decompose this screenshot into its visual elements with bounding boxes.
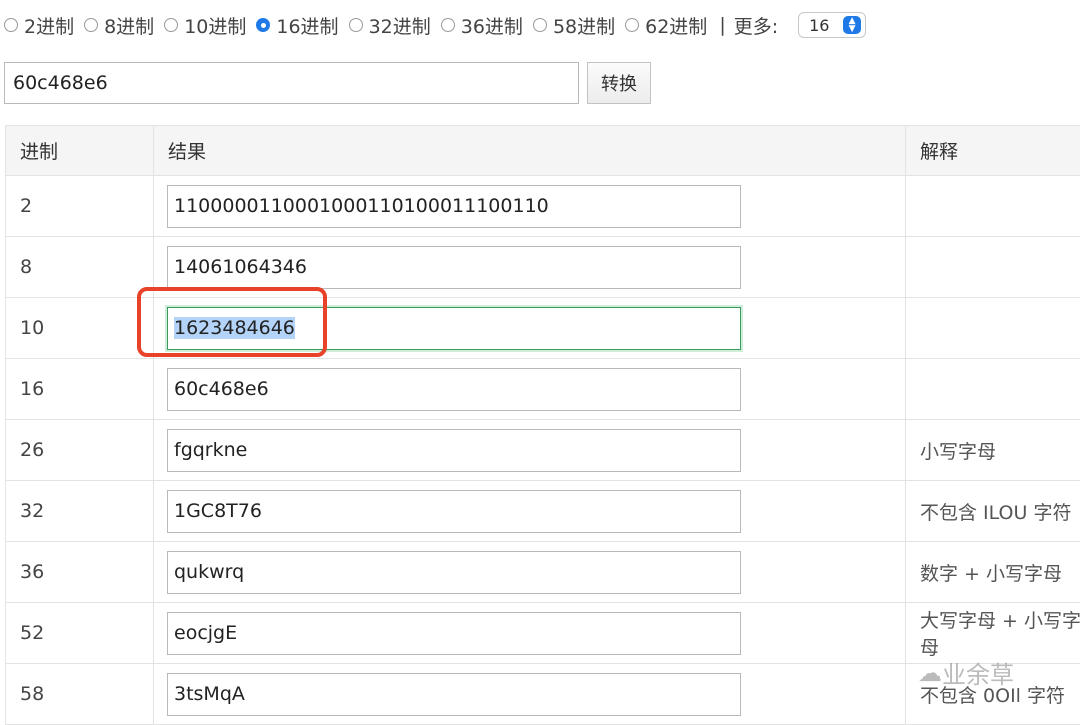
radio-label: 10进制	[184, 12, 246, 39]
row-note	[906, 176, 1080, 237]
result-table: 进制 结果 解释 2 11000001100010001101000111001…	[5, 125, 1080, 725]
row-base: 10	[6, 298, 154, 359]
radio-circle-icon[interactable]	[625, 18, 639, 32]
radio-label: 8进制	[104, 12, 154, 39]
radio-base-10[interactable]: 10进制	[164, 12, 246, 39]
result-field[interactable]: qukwrq	[167, 551, 741, 594]
row-base: 26	[6, 420, 154, 481]
row-base: 16	[6, 359, 154, 420]
number-input[interactable]: 60c468e6	[4, 62, 579, 104]
row-base: 36	[6, 542, 154, 603]
table-row: 2 1100000110001000110100011100110	[6, 176, 1080, 237]
table-row: 26 fgqrkne 小写字母	[6, 420, 1080, 481]
more-label: 更多:	[734, 12, 778, 39]
radio-circle-icon[interactable]	[533, 18, 547, 32]
row-base: 2	[6, 176, 154, 237]
table-header-row: 进制 结果 解释	[6, 126, 1080, 176]
base-select-value: 16	[809, 16, 829, 35]
radio-label: 16进制	[276, 12, 338, 39]
table-row: 16 60c468e6	[6, 359, 1080, 420]
radio-label: 32进制	[369, 12, 431, 39]
radio-base-36[interactable]: 36进制	[441, 12, 523, 39]
base-select[interactable]: 16 ▲▼	[798, 12, 866, 38]
radio-circle-icon[interactable]	[441, 18, 455, 32]
row-note	[906, 237, 1080, 298]
result-field[interactable]: fgqrkne	[167, 429, 741, 472]
radio-label: 58进制	[553, 12, 615, 39]
radio-base-32[interactable]: 32进制	[349, 12, 431, 39]
row-base: 58	[6, 664, 154, 725]
header-base: 进制	[6, 126, 154, 176]
red-highlight-box	[137, 287, 327, 357]
wechat-icon: ☁	[918, 659, 942, 687]
table-row: 32 1GC8T76 不包含 ILOU 字符	[6, 481, 1080, 542]
row-note: 小写字母	[906, 420, 1080, 481]
result-field[interactable]: eocjgE	[167, 612, 741, 655]
radio-label: 2进制	[24, 12, 74, 39]
result-field[interactable]: 1GC8T76	[167, 490, 741, 533]
radio-label: 62进制	[645, 12, 707, 39]
select-stepper-icon: ▲▼	[843, 16, 861, 34]
radio-base-8[interactable]: 8进制	[84, 12, 154, 39]
header-explanation: 解释	[906, 126, 1080, 176]
row-note: 不包含 ILOU 字符	[906, 481, 1080, 542]
row-note	[906, 359, 1080, 420]
result-field[interactable]: 3tsMqA	[167, 673, 741, 716]
row-note	[906, 298, 1080, 359]
radio-circle-icon[interactable]	[349, 18, 363, 32]
radio-label: 36进制	[461, 12, 523, 39]
row-base: 8	[6, 237, 154, 298]
row-note: 数字 + 小写字母	[906, 542, 1080, 603]
watermark: ☁业余草	[918, 655, 1014, 690]
radio-circle-icon[interactable]	[164, 18, 178, 32]
radio-base-16[interactable]: 16进制	[256, 12, 338, 39]
result-field[interactable]: 14061064346	[167, 246, 741, 289]
header-result: 结果	[154, 126, 906, 176]
result-field[interactable]: 60c468e6	[167, 368, 741, 411]
radio-circle-icon[interactable]	[4, 18, 18, 32]
row-base: 32	[6, 481, 154, 542]
radio-circle-icon[interactable]	[84, 18, 98, 32]
result-field[interactable]: 1100000110001000110100011100110	[167, 185, 741, 228]
table-row: 36 qukwrq 数字 + 小写字母	[6, 542, 1080, 603]
radio-base-62[interactable]: 62进制	[625, 12, 707, 39]
radio-base-58[interactable]: 58进制	[533, 12, 615, 39]
watermark-text: 业余草	[942, 655, 1014, 690]
number-input-value: 60c468e6	[13, 72, 108, 94]
base-radio-bar: 2进制 8进制 10进制 16进制 32进制 36进制 58进制 62进制 | …	[4, 10, 866, 40]
row-base: 52	[6, 603, 154, 664]
radio-base-2[interactable]: 2进制	[4, 12, 74, 39]
separator: |	[719, 14, 725, 36]
convert-button[interactable]: 转换	[587, 62, 651, 104]
radio-checked-icon[interactable]	[256, 18, 270, 32]
